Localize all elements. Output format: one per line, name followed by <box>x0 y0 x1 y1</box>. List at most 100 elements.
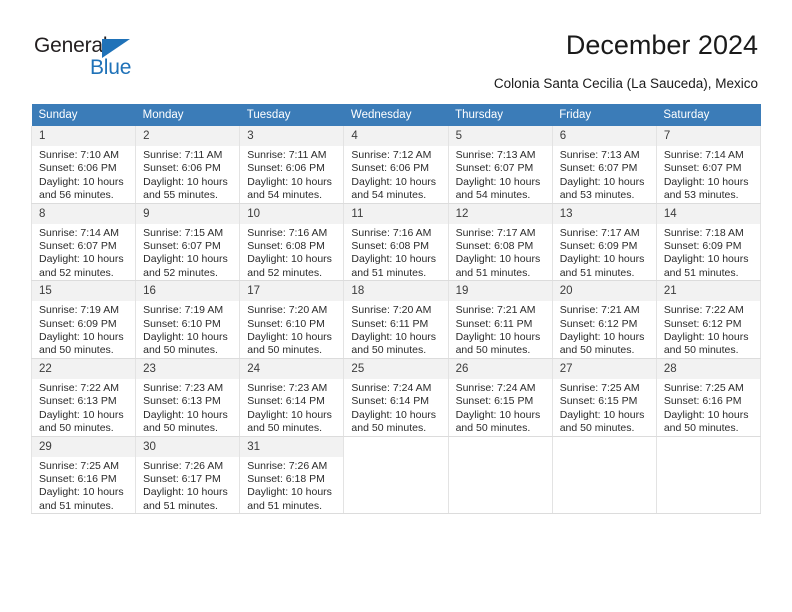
day-details: Sunrise: 7:20 AM Sunset: 6:10 PM Dayligh… <box>240 301 343 358</box>
calendar-week-row: 15 Sunrise: 7:19 AM Sunset: 6:09 PM Dayl… <box>30 280 762 359</box>
sunset-text: Sunset: 6:06 PM <box>247 162 325 175</box>
brand-name-blue: Blue <box>90 56 132 79</box>
page-header: General Blue December 2024 Colonia Santa… <box>0 0 792 104</box>
day-details: Sunrise: 7:25 AM Sunset: 6:16 PM Dayligh… <box>657 379 760 436</box>
daylight-text-line1: Daylight: 10 hours <box>455 331 541 344</box>
day-cell[interactable]: 8 Sunrise: 7:14 AM Sunset: 6:07 PM Dayli… <box>30 203 137 282</box>
daylight-text-line2: and 54 minutes. <box>247 189 322 202</box>
day-details: Sunrise: 7:22 AM Sunset: 6:13 PM Dayligh… <box>32 379 135 436</box>
day-cell[interactable]: 26 Sunrise: 7:24 AM Sunset: 6:15 PM Dayl… <box>447 358 553 437</box>
day-cell[interactable]: 22 Sunrise: 7:22 AM Sunset: 6:13 PM Dayl… <box>30 358 137 437</box>
day-cell[interactable]: 10 Sunrise: 7:16 AM Sunset: 6:08 PM Dayl… <box>239 203 345 282</box>
daylight-text-line1: Daylight: 10 hours <box>39 175 124 188</box>
day-details: Sunrise: 7:18 AM Sunset: 6:09 PM Dayligh… <box>657 224 760 281</box>
calendar-week-row: 29 Sunrise: 7:25 AM Sunset: 6:16 PM Dayl… <box>30 436 762 515</box>
sunrise-text: Sunrise: 7:26 AM <box>143 459 224 472</box>
sunrise-text: Sunrise: 7:11 AM <box>247 149 327 161</box>
day-cell[interactable]: 12 Sunrise: 7:17 AM Sunset: 6:08 PM Dayl… <box>447 203 553 282</box>
sunrise-text: Sunrise: 7:17 AM <box>455 226 536 239</box>
day-details: Sunrise: 7:26 AM Sunset: 6:18 PM Dayligh… <box>240 457 343 514</box>
daylight-text-line2: and 50 minutes. <box>663 422 739 435</box>
day-cell[interactable]: 25 Sunrise: 7:24 AM Sunset: 6:14 PM Dayl… <box>343 358 449 437</box>
day-cell[interactable]: 4 Sunrise: 7:12 AM Sunset: 6:06 PM Dayli… <box>343 126 449 204</box>
day-cell[interactable]: 3 Sunrise: 7:11 AM Sunset: 6:06 PM Dayli… <box>239 126 345 204</box>
day-number <box>344 436 448 457</box>
daylight-text-line2: and 50 minutes. <box>247 422 322 435</box>
day-details: Sunrise: 7:11 AM Sunset: 6:06 PM Dayligh… <box>240 146 343 203</box>
daylight-text-line2: and 51 minutes. <box>455 266 531 279</box>
day-number: 14 <box>656 203 760 224</box>
day-cell[interactable]: 29 Sunrise: 7:25 AM Sunset: 6:16 PM Dayl… <box>30 436 137 515</box>
day-cell[interactable]: 11 Sunrise: 7:16 AM Sunset: 6:08 PM Dayl… <box>343 203 449 282</box>
day-cell[interactable]: 19 Sunrise: 7:21 AM Sunset: 6:11 PM Dayl… <box>447 280 553 359</box>
daylight-text-line1: Daylight: 10 hours <box>247 486 332 499</box>
day-cell[interactable]: 20 Sunrise: 7:21 AM Sunset: 6:12 PM Dayl… <box>551 280 657 359</box>
day-number: 8 <box>32 203 136 224</box>
day-cell[interactable]: 16 Sunrise: 7:19 AM Sunset: 6:10 PM Dayl… <box>135 280 241 359</box>
daylight-text-line2: and 52 minutes. <box>247 266 322 279</box>
day-number: 16 <box>136 281 240 302</box>
day-number: 30 <box>136 436 240 457</box>
daylight-text-line2: and 50 minutes. <box>663 344 739 357</box>
day-cell[interactable]: 6 Sunrise: 7:13 AM Sunset: 6:07 PM Dayli… <box>551 126 657 204</box>
daylight-text-line2: and 53 minutes. <box>663 189 739 202</box>
day-cell[interactable]: 28 Sunrise: 7:25 AM Sunset: 6:16 PM Dayl… <box>655 358 762 437</box>
sunrise-text: Sunrise: 7:22 AM <box>39 381 119 394</box>
sunrise-text: Sunrise: 7:10 AM <box>39 149 119 161</box>
day-details: Sunrise: 7:19 AM Sunset: 6:10 PM Dayligh… <box>136 301 239 358</box>
day-number: 1 <box>32 126 136 146</box>
daylight-text-line1: Daylight: 10 hours <box>247 408 332 421</box>
day-cell[interactable]: 24 Sunrise: 7:23 AM Sunset: 6:14 PM Dayl… <box>239 358 345 437</box>
day-cell[interactable]: 17 Sunrise: 7:20 AM Sunset: 6:10 PM Dayl… <box>239 280 345 359</box>
day-number: 19 <box>448 281 552 302</box>
day-number: 3 <box>240 126 344 146</box>
day-cell[interactable]: 31 Sunrise: 7:26 AM Sunset: 6:18 PM Dayl… <box>239 436 345 515</box>
sunset-text: Sunset: 6:11 PM <box>351 317 429 330</box>
daylight-text-line2: and 53 minutes. <box>559 189 635 202</box>
sunset-text: Sunset: 6:13 PM <box>39 395 117 408</box>
day-number: 28 <box>656 358 760 379</box>
brand-name-general: General <box>34 34 108 57</box>
day-cell[interactable]: 14 Sunrise: 7:18 AM Sunset: 6:09 PM Dayl… <box>655 203 762 282</box>
daylight-text-line2: and 50 minutes. <box>39 422 114 435</box>
day-number: 27 <box>552 358 656 379</box>
daylight-text-line2: and 50 minutes. <box>39 344 114 357</box>
day-number: 10 <box>240 203 344 224</box>
day-cell[interactable]: 27 Sunrise: 7:25 AM Sunset: 6:15 PM Dayl… <box>551 358 657 437</box>
day-cell[interactable]: 13 Sunrise: 7:17 AM Sunset: 6:09 PM Dayl… <box>551 203 657 282</box>
day-details: Sunrise: 7:15 AM Sunset: 6:07 PM Dayligh… <box>136 224 239 281</box>
calendar-week-row: 1 Sunrise: 7:10 AM Sunset: 6:06 PM Dayli… <box>30 126 762 204</box>
day-number: 23 <box>136 358 240 379</box>
calendar-week-row: 22 Sunrise: 7:22 AM Sunset: 6:13 PM Dayl… <box>30 358 762 437</box>
day-cell[interactable]: 9 Sunrise: 7:15 AM Sunset: 6:07 PM Dayli… <box>135 203 241 282</box>
daylight-text-line2: and 55 minutes. <box>143 189 218 202</box>
day-number: 4 <box>344 126 448 146</box>
day-cell[interactable]: 30 Sunrise: 7:26 AM Sunset: 6:17 PM Dayl… <box>135 436 241 515</box>
day-cell[interactable]: 23 Sunrise: 7:23 AM Sunset: 6:13 PM Dayl… <box>135 358 241 437</box>
day-details: Sunrise: 7:10 AM Sunset: 6:06 PM Dayligh… <box>32 146 135 203</box>
sunset-text: Sunset: 6:06 PM <box>351 162 430 175</box>
day-details: Sunrise: 7:19 AM Sunset: 6:09 PM Dayligh… <box>32 301 135 358</box>
day-cell[interactable]: 7 Sunrise: 7:14 AM Sunset: 6:07 PM Dayli… <box>655 126 762 204</box>
day-number: 5 <box>448 126 552 146</box>
daylight-text-line2: and 56 minutes. <box>39 189 114 202</box>
day-cell[interactable]: 2 Sunrise: 7:11 AM Sunset: 6:06 PM Dayli… <box>135 126 241 204</box>
brand-logo[interactable]: General Blue <box>34 34 184 82</box>
sunrise-text: Sunrise: 7:24 AM <box>455 381 536 394</box>
day-cell[interactable]: 21 Sunrise: 7:22 AM Sunset: 6:12 PM Dayl… <box>655 280 762 359</box>
day-cell[interactable]: 18 Sunrise: 7:20 AM Sunset: 6:11 PM Dayl… <box>343 280 449 359</box>
daylight-text-line1: Daylight: 10 hours <box>663 408 749 421</box>
calendar-body: 1 Sunrise: 7:10 AM Sunset: 6:06 PM Dayli… <box>30 126 762 515</box>
day-details: Sunrise: 7:21 AM Sunset: 6:11 PM Dayligh… <box>449 301 552 358</box>
sunset-text: Sunset: 6:15 PM <box>559 395 638 408</box>
sunrise-text: Sunrise: 7:16 AM <box>247 226 328 239</box>
sunset-text: Sunset: 6:12 PM <box>663 317 742 330</box>
day-cell[interactable]: 15 Sunrise: 7:19 AM Sunset: 6:09 PM Dayl… <box>30 280 137 359</box>
daylight-text-line1: Daylight: 10 hours <box>455 175 541 188</box>
day-number: 18 <box>344 281 448 302</box>
day-details: Sunrise: 7:14 AM Sunset: 6:07 PM Dayligh… <box>32 224 135 281</box>
day-cell[interactable]: 1 Sunrise: 7:10 AM Sunset: 6:06 PM Dayli… <box>30 126 137 204</box>
day-cell[interactable]: 5 Sunrise: 7:13 AM Sunset: 6:07 PM Dayli… <box>447 126 553 204</box>
day-cell-empty <box>655 436 762 515</box>
sunrise-text: Sunrise: 7:13 AM <box>455 149 536 161</box>
